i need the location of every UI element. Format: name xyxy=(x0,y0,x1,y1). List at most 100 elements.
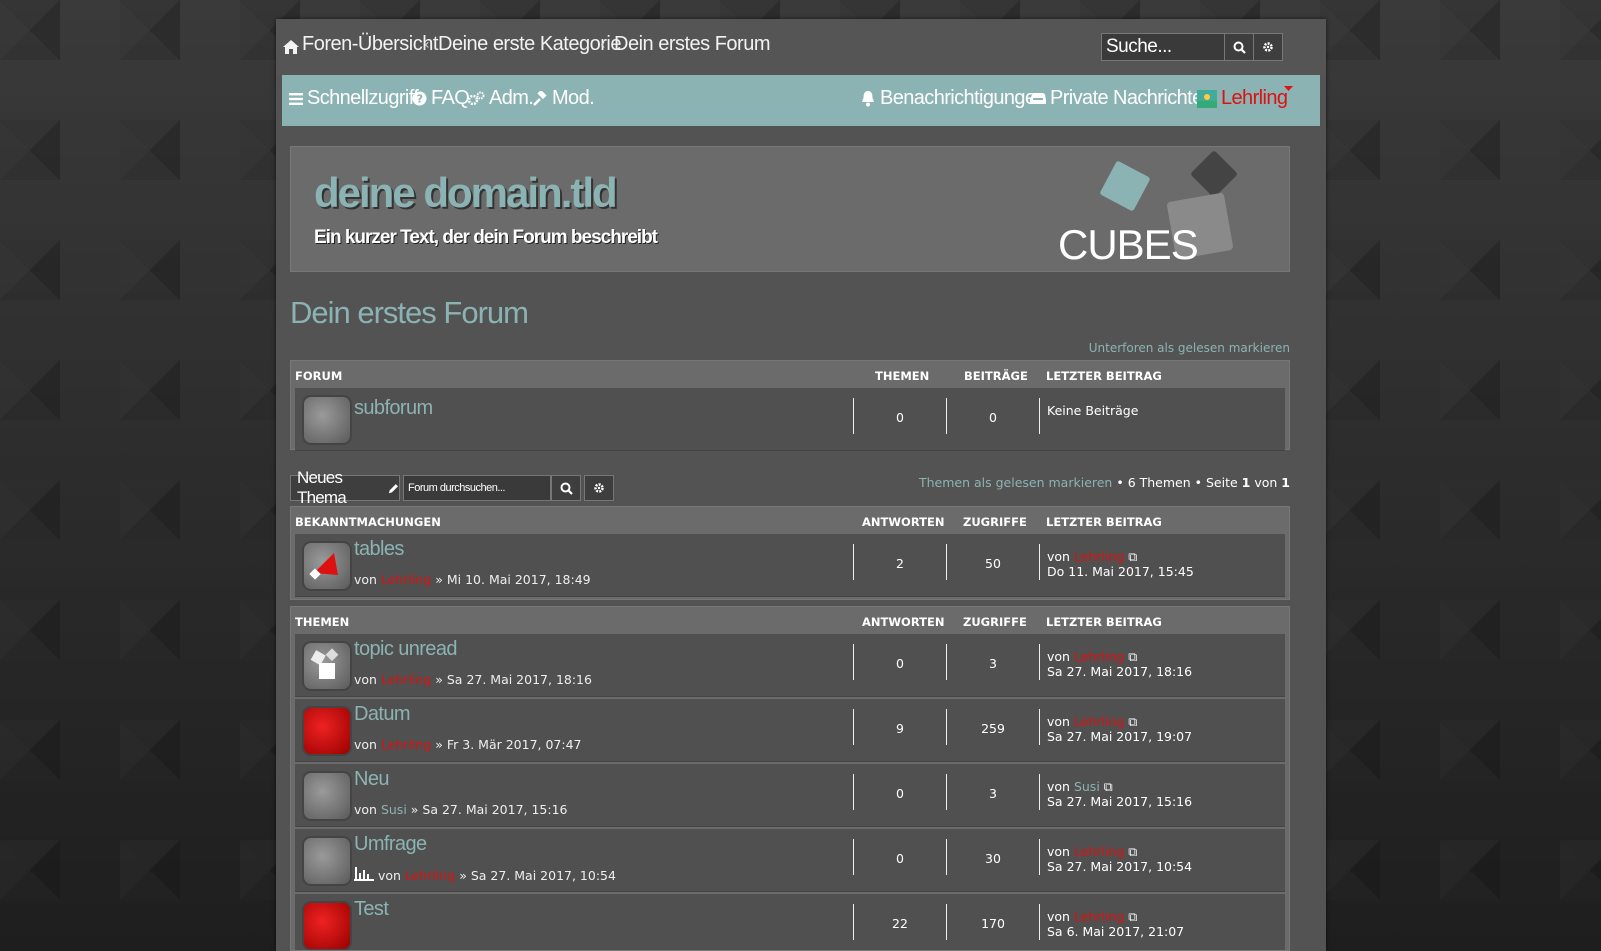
topic-date: » Fr 3. Mär 2017, 07:47 xyxy=(435,737,582,752)
chevron-left-icon: ‹ xyxy=(424,37,430,53)
goto-post-icon[interactable]: ⧉ xyxy=(1128,844,1137,859)
notifications-label: Benachrichtigungen xyxy=(880,87,1047,109)
last-post-author[interactable]: Susi xyxy=(1074,779,1100,794)
mark-topics-read-link[interactable]: Themen als gelesen markieren xyxy=(919,475,1112,490)
breadcrumb-home[interactable]: Foren-Übersicht xyxy=(302,33,438,56)
acp-link[interactable]: Adm. xyxy=(467,87,534,110)
topic-meta: von Lehrling » Mi 10. Mai 2017, 18:49 xyxy=(354,572,591,587)
site-header: deine domain.tld Ein kurzer Text, der de… xyxy=(290,146,1290,272)
topic-author[interactable]: Susi xyxy=(381,802,407,817)
nav-bar: Schnellzugriff ? FAQ Adm. Mod. Benachric… xyxy=(282,75,1320,126)
gavel-icon xyxy=(533,91,547,106)
last-post-author[interactable]: Lehrling xyxy=(1074,844,1124,859)
views-count: 3 xyxy=(989,786,997,801)
search-icon xyxy=(1233,41,1246,54)
topic-title[interactable]: topic unread xyxy=(354,638,457,661)
gear-icon xyxy=(594,483,604,493)
topic-author[interactable]: Lehrling xyxy=(405,868,455,883)
search-button[interactable] xyxy=(1224,33,1254,61)
forum-read-icon xyxy=(302,395,352,445)
topic-title[interactable]: Test xyxy=(354,898,389,921)
advanced-search-button[interactable] xyxy=(1253,33,1283,61)
topic-author[interactable]: Lehrling xyxy=(381,572,431,587)
goto-post-icon[interactable]: ⧉ xyxy=(1128,909,1137,924)
inbox-icon xyxy=(1030,93,1046,104)
header-topics: THEMEN xyxy=(295,615,350,629)
by-label: von xyxy=(1047,714,1070,729)
page-of: von xyxy=(1254,475,1278,490)
last-post-date: Sa 27. Mai 2017, 18:16 xyxy=(1047,664,1193,679)
svg-text:?: ? xyxy=(417,93,423,106)
goto-post-icon[interactable]: ⧉ xyxy=(1128,549,1137,564)
topic-title[interactable]: Umfrage xyxy=(354,833,427,856)
last-post-author[interactable]: Lehrling xyxy=(1074,649,1124,664)
mcp-label: Mod. xyxy=(552,87,595,109)
topic-meta: von Lehrling » Fr 3. Mär 2017, 07:47 xyxy=(354,737,582,752)
acp-label: Adm. xyxy=(489,87,534,109)
header-topics: THEMEN xyxy=(875,369,930,383)
forum-row[interactable]: subforum 0 0 Keine Beiträge xyxy=(295,388,1285,451)
topic-row[interactable]: topic unread von Lehrling » Sa 27. Mai 2… xyxy=(295,634,1285,697)
topic-title[interactable]: tables xyxy=(354,538,404,561)
new-topic-label: Neues Thema xyxy=(297,468,347,507)
breadcrumb-category[interactable]: Deine erste Kategorie xyxy=(438,33,621,56)
goto-post-icon[interactable]: ⧉ xyxy=(1104,779,1113,794)
bell-icon xyxy=(862,91,874,107)
last-post-author[interactable]: Lehrling xyxy=(1074,909,1124,924)
new-topic-button[interactable]: Neues Thema xyxy=(290,468,400,507)
site-title[interactable]: deine domain.tld xyxy=(314,169,618,217)
by-label: von xyxy=(354,672,377,687)
last-post-author[interactable]: Lehrling xyxy=(1074,549,1124,564)
header-last-post: LETZTER BEITRAG xyxy=(1046,615,1162,629)
cubes-icon xyxy=(310,648,339,679)
by-label: von xyxy=(377,868,401,883)
topic-author[interactable]: Lehrling xyxy=(381,672,431,687)
last-post-author[interactable]: Lehrling xyxy=(1074,714,1124,729)
header-last-post: LETZTER BEITRAG xyxy=(1046,369,1162,383)
quick-links-menu[interactable]: Schnellzugriff xyxy=(289,87,419,110)
by-label: von xyxy=(1047,549,1070,564)
question-icon: ? xyxy=(412,91,427,106)
notifications-link[interactable]: Benachrichtigungen xyxy=(860,87,1047,110)
forum-posts-count: 0 xyxy=(989,410,997,425)
forum-advanced-search-button[interactable] xyxy=(584,475,614,501)
topic-date: » Sa 27. Mai 2017, 15:16 xyxy=(410,802,568,817)
forum-search-button[interactable] xyxy=(551,475,581,501)
header-views: ZUGRIFFE xyxy=(963,615,1027,629)
topic-hot-unread-icon xyxy=(302,901,352,950)
replies-count: 2 xyxy=(896,556,904,571)
header-announcements: BEKANNTMACHUNGEN xyxy=(295,515,441,529)
pagination-info: Themen als gelesen markieren • 6 Themen … xyxy=(919,475,1290,490)
forum-search-field[interactable] xyxy=(403,475,551,501)
topic-date: » Sa 27. Mai 2017, 10:54 xyxy=(459,868,616,883)
mcp-link[interactable]: Mod. xyxy=(532,87,595,110)
goto-post-icon[interactable]: ⧉ xyxy=(1128,714,1137,729)
mark-subforums-read-link[interactable]: Unterforen als gelesen markieren xyxy=(1089,341,1290,355)
cubes-logo[interactable]: CUBES xyxy=(1051,147,1291,271)
topic-row[interactable]: Umfrage von Lehrling » Sa 27. Mai 2017, … xyxy=(295,829,1285,892)
topic-row[interactable]: Neu von Susi » Sa 27. Mai 2017, 15:16 0 … xyxy=(295,764,1285,827)
forum-title[interactable]: subforum xyxy=(354,397,433,420)
topic-row[interactable]: Test 22 170 von Lehrling ⧉ Sa 6. Mai 201… xyxy=(295,894,1285,950)
gears-icon xyxy=(467,91,485,106)
topic-row[interactable]: tables von Lehrling » Mi 10. Mai 2017, 1… xyxy=(295,534,1285,597)
subforum-table: FORUM THEMEN BEITRÄGE LETZTER BEITRAG su… xyxy=(290,360,1290,451)
topic-author[interactable]: Lehrling xyxy=(381,737,431,752)
private-messages-link[interactable]: Private Nachrichten xyxy=(1030,87,1214,110)
last-post: von Lehrling ⧉ Do 11. Mai 2017, 15:45 xyxy=(1047,549,1194,579)
breadcrumb-forum[interactable]: Dein erstes Forum xyxy=(614,33,771,56)
topic-title[interactable]: Neu xyxy=(354,768,389,791)
header-last-post: LETZTER BEITRAG xyxy=(1046,515,1162,529)
page-title[interactable]: Dein erstes Forum xyxy=(290,295,529,331)
goto-post-icon[interactable]: ⧉ xyxy=(1128,649,1137,664)
header-replies: ANTWORTEN xyxy=(862,515,945,529)
header-forum: FORUM xyxy=(295,369,343,383)
views-count: 30 xyxy=(985,851,1001,866)
topic-title[interactable]: Datum xyxy=(354,703,411,726)
faq-link[interactable]: ? FAQ xyxy=(412,87,470,110)
user-menu[interactable]: Lehrling xyxy=(1197,87,1288,110)
forum-search-input[interactable] xyxy=(404,476,550,500)
topic-date: » Mi 10. Mai 2017, 18:49 xyxy=(435,572,591,587)
topic-row[interactable]: Datum von Lehrling » Fr 3. Mär 2017, 07:… xyxy=(295,699,1285,762)
replies-count: 0 xyxy=(896,851,904,866)
